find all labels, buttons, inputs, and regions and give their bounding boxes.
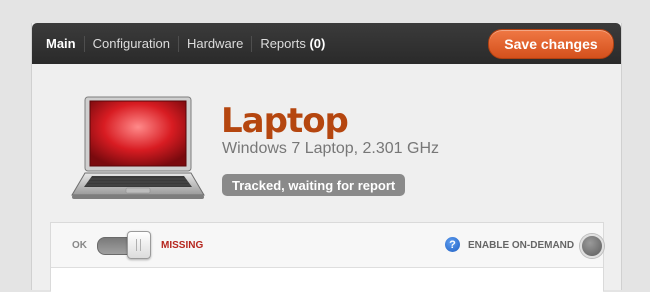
tab-hardware[interactable]: Hardware: [177, 35, 251, 52]
ok-label: OK: [72, 240, 87, 251]
missing-label: MISSING: [161, 240, 204, 251]
tab-main[interactable]: Main: [38, 36, 84, 52]
tab-configuration[interactable]: Configuration: [83, 35, 178, 52]
missing-toggle-handle[interactable]: [127, 231, 151, 259]
nav-tabs: Main Configuration Hardware Reports (0): [38, 23, 333, 64]
save-changes-button[interactable]: Save changes: [488, 29, 614, 59]
device-name: Laptop: [221, 101, 349, 141]
status-badge: Tracked, waiting for report: [222, 174, 406, 196]
reports-count: (0): [309, 35, 326, 51]
laptop-icon: [71, 96, 205, 199]
top-nav-bar: Main Configuration Hardware Reports (0) …: [32, 23, 621, 64]
enable-on-demand-label: ENABLE ON-DEMAND: [468, 240, 575, 251]
tab-reports[interactable]: Reports (0): [251, 35, 333, 52]
status-controls: OK MISSING ? ENABLE ON-DEMAND: [50, 222, 604, 292]
help-icon[interactable]: ?: [445, 237, 460, 252]
device-panel: Main Configuration Hardware Reports (0) …: [31, 23, 622, 292]
card-content-area: [51, 267, 603, 292]
on-demand-toggle[interactable]: [580, 234, 604, 258]
tab-reports-label: Reports: [260, 35, 306, 51]
device-description: Windows 7 Laptop, 2.301 GHz: [222, 140, 440, 157]
